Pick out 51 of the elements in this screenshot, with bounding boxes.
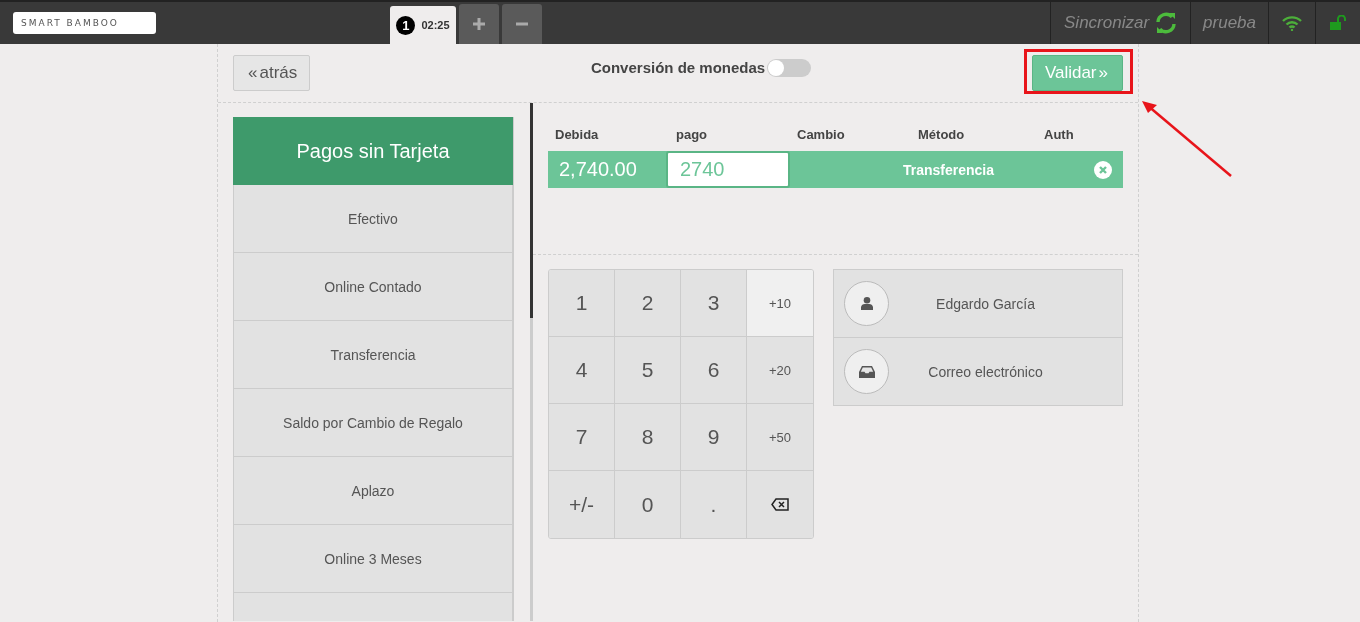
keypad-key[interactable]: 9 [681,404,747,471]
customer-button[interactable]: Edgardo García [834,270,1122,338]
logo: SMART BAMBOO [13,12,156,34]
column-header: Cambio [797,126,846,142]
remove-order-button[interactable] [502,4,542,44]
order-tab[interactable]: 1 02:25 [390,6,456,44]
keypad-key[interactable]: +50 [747,404,813,471]
user-name[interactable]: prueba [1190,2,1268,44]
payment-method-item[interactable]: Online Contado [233,253,513,321]
order-number-badge: 1 [396,15,416,35]
column-header: Método [918,126,966,142]
email-button[interactable]: Correo electrónico [834,338,1122,405]
payment-method-item[interactable]: Saldo por Cambio de Regalo [233,389,513,457]
remove-icon[interactable] [1094,160,1112,179]
plus-icon [472,17,486,31]
back-button[interactable]: «atrás [233,55,311,91]
wifi-icon [1282,15,1302,31]
order-time: 02:25 [421,19,450,31]
keypad-key[interactable]: 6 [681,337,747,404]
column-header: Auth [1044,126,1075,142]
keypad-key[interactable]: 5 [615,337,681,404]
keypad-key[interactable]: . [681,471,747,538]
payment-method-item[interactable]: Efectivo [233,185,513,253]
sync-button[interactable]: Sincronizar [1050,2,1191,44]
payment-method-item[interactable]: Transferencia [233,321,513,389]
inbox-icon [858,365,875,378]
panel-title: Pagos sin Tarjeta [233,117,513,185]
unlocked-padlock-icon[interactable] [1329,15,1347,31]
add-order-button[interactable] [459,4,499,44]
person-icon [860,297,873,310]
backspace-icon [771,498,789,511]
keypad-key[interactable]: +10 [747,270,813,337]
keypad-key[interactable]: 1 [549,270,615,337]
keypad-key[interactable]: 0 [615,471,681,538]
column-header: pago [676,126,709,142]
toggle-label: Conversión de monedas [590,59,766,76]
keypad-key[interactable]: 3 [681,270,747,337]
amount-due: 2,740.00 [558,158,638,181]
sync-icon [1155,12,1178,34]
keypad-key[interactable]: +20 [747,337,813,404]
payment-method: Transferencia [903,161,996,178]
keypad-key[interactable]: 8 [615,404,681,471]
keypad-key[interactable]: 4 [549,337,615,404]
payment-method-item[interactable]: Online 3 Meses [233,525,513,593]
payment-method-item[interactable]: Aplazo [233,457,513,525]
keypad-key[interactable]: 2 [615,270,681,337]
keypad-key[interactable]: +/- [549,471,615,538]
backspace-key[interactable] [747,471,813,538]
column-header: Debida [555,126,600,142]
toggle-switch[interactable] [767,59,812,77]
keypad-key[interactable]: 7 [549,404,615,471]
